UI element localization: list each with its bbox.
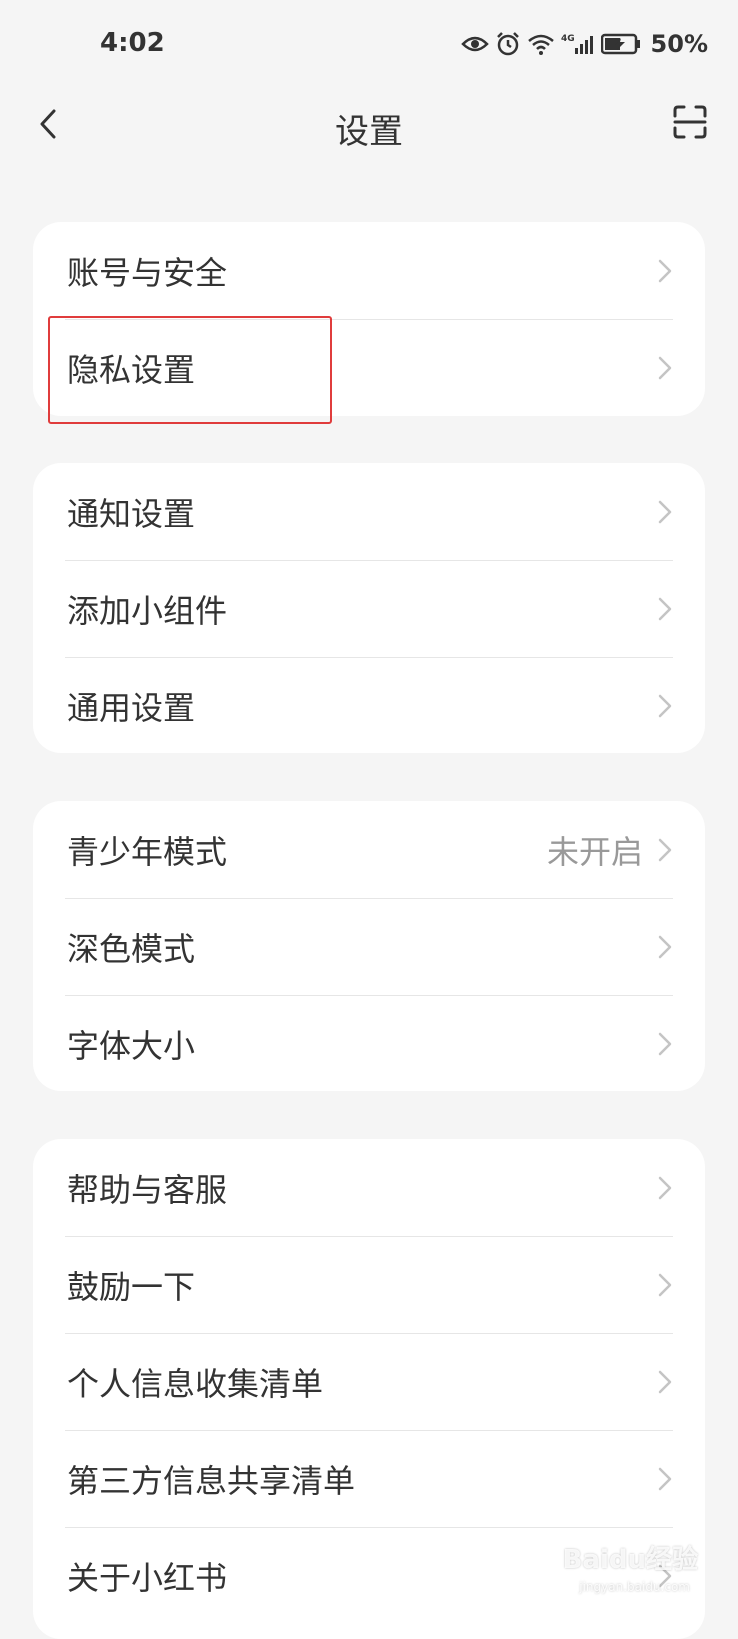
settings-item-label: 鼓励一下: [67, 1267, 196, 1306]
settings-item-notifications[interactable]: 通知设置: [33, 463, 705, 560]
settings-item-label: 通用设置: [67, 688, 196, 727]
settings-group-general: 通知设置 添加小组件 通用设置: [33, 463, 705, 753]
settings-item-label: 青少年模式: [67, 832, 228, 871]
chevron-right-icon: [655, 1271, 675, 1299]
settings-item-account-security[interactable]: 账号与安全: [33, 222, 705, 319]
settings-item-general[interactable]: 通用设置: [33, 657, 705, 753]
settings-item-font-size[interactable]: 字体大小: [33, 995, 705, 1091]
battery-percentage: 50%: [650, 30, 708, 58]
svg-text:4G: 4G: [561, 34, 575, 44]
chevron-right-icon: [655, 1465, 675, 1493]
settings-item-label: 通知设置: [67, 494, 196, 533]
chevron-right-icon: [655, 257, 675, 285]
eye-icon: [460, 34, 489, 54]
settings-item-label: 深色模式: [67, 929, 196, 968]
nav-bar: 设置: [0, 92, 738, 172]
settings-item-label: 帮助与客服: [67, 1170, 228, 1209]
settings-item-dark-mode[interactable]: 深色模式: [33, 898, 705, 995]
settings-item-personal-info-list[interactable]: 个人信息收集清单: [33, 1333, 705, 1430]
settings-item-add-widget[interactable]: 添加小组件: [33, 560, 705, 657]
settings-item-label: 添加小组件: [67, 591, 228, 630]
alarm-icon: [495, 31, 521, 57]
settings-item-label: 个人信息收集清单: [67, 1364, 324, 1403]
chevron-right-icon: [655, 692, 675, 720]
chevron-right-icon: [655, 354, 675, 382]
chevron-right-icon: [655, 836, 675, 864]
status-bar: 4:02 4G 50%: [0, 0, 738, 92]
settings-item-youth-mode[interactable]: 青少年模式 未开启: [33, 801, 705, 898]
settings-item-help[interactable]: 帮助与客服: [33, 1139, 705, 1236]
status-time: 4:02: [100, 28, 165, 58]
battery-icon: [600, 33, 641, 55]
wifi-icon: [527, 33, 555, 55]
page-title: 设置: [335, 112, 403, 152]
status-icons: 4G 50%: [460, 30, 708, 58]
chevron-right-icon: [655, 498, 675, 526]
settings-item-label: 字体大小: [67, 1026, 196, 1065]
chevron-right-icon: [655, 1174, 675, 1202]
settings-group-display: 青少年模式 未开启 深色模式 字体大小: [33, 801, 705, 1091]
settings-item-encourage[interactable]: 鼓励一下: [33, 1236, 705, 1333]
highlight-box: [48, 316, 332, 424]
settings-item-label: 账号与安全: [67, 253, 228, 292]
scan-button[interactable]: [670, 104, 710, 144]
chevron-right-icon: [655, 595, 675, 623]
scan-icon: [672, 104, 708, 144]
watermark: Baidu经验: [562, 1545, 698, 1575]
settings-item-label: 第三方信息共享清单: [67, 1461, 356, 1500]
chevron-right-icon: [655, 933, 675, 961]
watermark-url: jingyan.baidu.com: [579, 1580, 690, 1594]
settings-item-value: 未开启: [546, 832, 643, 871]
chevron-right-icon: [655, 1368, 675, 1396]
chevron-right-icon: [655, 1030, 675, 1058]
settings-item-third-party-list[interactable]: 第三方信息共享清单: [33, 1430, 705, 1527]
signal-4g-icon: 4G: [561, 32, 595, 56]
